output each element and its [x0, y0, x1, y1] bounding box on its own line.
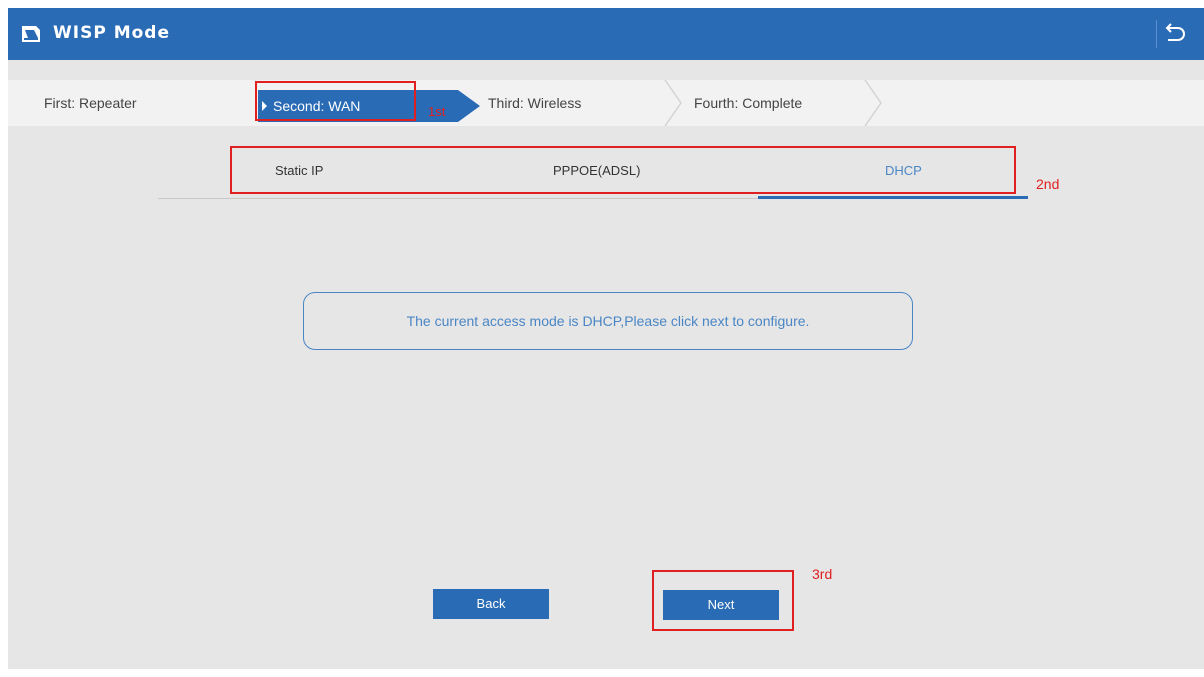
annotation-label-first: 1st [428, 104, 446, 119]
title-bar: WISP Mode [8, 8, 1204, 60]
annotation-box-next [652, 570, 794, 631]
return-arrow-icon[interactable] [1156, 20, 1190, 48]
wisp-mode-window: WISP Mode First: Repeater Second: WAN Th… [8, 8, 1204, 669]
step-wireless[interactable]: Third: Wireless [488, 80, 581, 126]
back-button[interactable]: Back [433, 589, 549, 619]
annotation-box-tabs [230, 146, 1016, 194]
router-icon [22, 26, 40, 42]
step-separator-icon [664, 80, 682, 126]
annotation-label-second: 2nd [1036, 176, 1060, 192]
step-separator-icon [864, 80, 882, 126]
page-title: WISP Mode [53, 23, 170, 43]
access-mode-message: The current access mode is DHCP,Please c… [303, 292, 913, 350]
annotation-box-step [255, 81, 416, 121]
annotation-label-third: 3rd [812, 566, 833, 582]
step-repeater[interactable]: First: Repeater [44, 80, 137, 126]
setup-steps: First: Repeater Second: WAN Third: Wirel… [8, 80, 1204, 126]
step-complete[interactable]: Fourth: Complete [694, 80, 802, 126]
tabs-active-indicator [758, 196, 1028, 199]
